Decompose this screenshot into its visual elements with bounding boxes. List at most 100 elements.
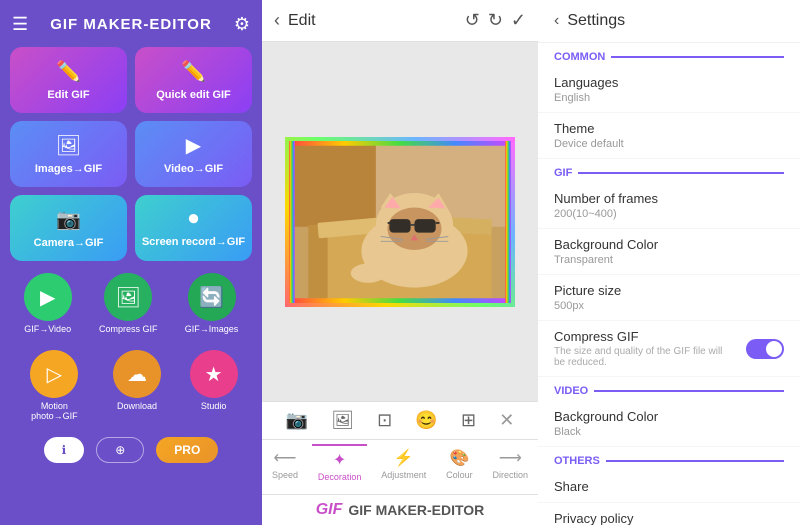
decoration-tab-label: Decoration	[318, 472, 362, 482]
emoji-toolbar-icon[interactable]: 😊	[415, 410, 437, 431]
gif-video-circle: ▶	[24, 273, 72, 321]
menu-icon[interactable]: ☰	[12, 14, 28, 35]
text-toolbar-icon[interactable]: ⊞	[461, 410, 476, 431]
compress-gif-circle: 🖼	[104, 273, 152, 321]
edit-gif-button[interactable]: ✏️ Edit GIF	[10, 47, 127, 113]
quick-edit-gif-button[interactable]: ✏️ Quick edit GIF	[135, 47, 252, 113]
adjustment-tab-label: Adjustment	[381, 470, 426, 480]
studio-item[interactable]: ★ Studio	[190, 350, 238, 421]
mid-footer: GIF GIF MAKER-EDITOR	[262, 494, 538, 525]
left-panel: ☰ GIF MAKER-EDITOR ⚙ ✏️ Edit GIF ✏️ Quic…	[0, 0, 262, 525]
bg-color-item[interactable]: Background Color Transparent	[538, 229, 800, 275]
footer-brand: GIF MAKER-EDITOR	[348, 502, 484, 518]
privacy-policy-label: Privacy policy	[554, 511, 784, 525]
compress-gif-desc: The size and quality of the GIF file wil…	[554, 346, 734, 368]
left-header: ☰ GIF MAKER-EDITOR ⚙	[10, 10, 252, 39]
confirm-icon[interactable]: ✓	[511, 10, 526, 31]
num-frames-value: 200(10~400)	[554, 208, 784, 220]
left-bottom-bar: ℹ ⊕ PRO	[10, 433, 252, 467]
theme-label: Theme	[554, 121, 784, 136]
settings-back-icon[interactable]: ‹	[554, 12, 559, 30]
mid-back-icon[interactable]: ‹	[274, 10, 280, 31]
bg-color-label: Background Color	[554, 237, 784, 252]
camera-gif-label: Camera→GIF	[34, 237, 104, 249]
gif-canvas	[262, 42, 538, 401]
gif-images-item[interactable]: 🔄 GIF→Images	[185, 273, 239, 334]
num-frames-item[interactable]: Number of frames 200(10~400)	[538, 183, 800, 229]
download-item[interactable]: ☁ Download	[113, 350, 161, 421]
gif-video-item[interactable]: ▶ GIF→Video	[24, 273, 72, 334]
tab-speed[interactable]: ⟵ Speed	[266, 444, 304, 486]
camera-toolbar-icon[interactable]: 📷	[286, 410, 308, 431]
right-header: ‹ Settings	[538, 0, 800, 43]
tab-adjustment[interactable]: ⚡ Adjustment	[375, 444, 432, 486]
motion-photo-item[interactable]: ▷ Motion photo→GIF	[24, 350, 84, 421]
motion-photo-label: Motion photo→GIF	[24, 401, 84, 421]
edit-gif-label: Edit GIF	[47, 89, 89, 101]
video-gif-button[interactable]: ▶ Video→GIF	[135, 121, 252, 187]
direction-tab-icon: ⟶	[499, 448, 522, 468]
compress-gif-label: Compress GIF	[99, 324, 158, 334]
image-toolbar-icon[interactable]: 🖼	[331, 410, 354, 431]
video-bg-color-value: Black	[554, 426, 784, 438]
share-label: Share	[554, 479, 784, 494]
video-gif-label: Video→GIF	[164, 163, 223, 175]
camera-gif-icon: 📷	[56, 207, 81, 232]
languages-label: Languages	[554, 75, 784, 90]
section-others-title: OTHERS	[538, 447, 800, 471]
frame-toolbar-icon[interactable]: ⊡	[377, 410, 392, 431]
studio-label: Studio	[201, 401, 227, 411]
speed-tab-label: Speed	[272, 470, 298, 480]
settings-title: Settings	[567, 12, 625, 30]
privacy-policy-item[interactable]: Privacy policy	[538, 503, 800, 525]
speed-tab-icon: ⟵	[273, 448, 296, 468]
compress-gif-item[interactable]: 🖼 Compress GIF	[99, 273, 158, 334]
undo-icon[interactable]: ↺	[465, 10, 480, 31]
section-video-title: VIDEO	[538, 377, 800, 401]
compress-gif-text-block: Compress GIF The size and quality of the…	[554, 329, 734, 368]
motion-photo-circle: ▷	[30, 350, 78, 398]
main-feature-grid: ✏️ Edit GIF ✏️ Quick edit GIF 🖼 Images→G…	[10, 47, 252, 261]
right-panel: ‹ Settings COMMON Languages English Them…	[538, 0, 800, 525]
video-gif-icon: ▶	[186, 133, 201, 158]
share-bottom-button[interactable]: ⊕	[96, 437, 144, 463]
compress-gif-item[interactable]: Compress GIF The size and quality of the…	[538, 321, 800, 377]
share-item[interactable]: Share	[538, 471, 800, 503]
screen-record-icon: ⏺	[189, 208, 199, 231]
round-icons-row-2: ▷ Motion photo→GIF ☁ Download ★ Studio	[10, 346, 252, 425]
picture-size-label: Picture size	[554, 283, 784, 298]
compress-gif-toggle[interactable]	[746, 339, 784, 359]
bg-color-value: Transparent	[554, 254, 784, 266]
pro-button[interactable]: PRO	[156, 437, 218, 463]
info-button[interactable]: ℹ	[44, 437, 85, 463]
middle-panel: ‹ Edit ↺ ↻ ✓	[262, 0, 538, 525]
theme-item[interactable]: Theme Device default	[538, 113, 800, 159]
camera-gif-button[interactable]: 📷 Camera→GIF	[10, 195, 127, 261]
video-bg-color-label: Background Color	[554, 409, 784, 424]
gif-images-label: GIF→Images	[185, 324, 239, 334]
images-gif-label: Images→GIF	[35, 163, 102, 175]
edit-gif-icon: ✏️	[56, 59, 81, 84]
languages-item[interactable]: Languages English	[538, 67, 800, 113]
download-label: Download	[117, 401, 157, 411]
picture-size-item[interactable]: Picture size 500px	[538, 275, 800, 321]
close-toolbar-icon[interactable]: ✕	[499, 410, 514, 431]
screen-record-label: Screen record→GIF	[142, 236, 245, 248]
tab-decoration[interactable]: ✦ Decoration	[312, 444, 368, 486]
section-gif-title: GIF	[538, 159, 800, 183]
gear-icon[interactable]: ⚙	[234, 14, 250, 35]
num-frames-label: Number of frames	[554, 191, 784, 206]
quick-edit-label: Quick edit GIF	[156, 89, 231, 101]
toolbar-icons: 📷 🖼 ⊡ 😊 ⊞ ✕	[262, 401, 538, 439]
mid-header: ‹ Edit ↺ ↻ ✓	[262, 0, 538, 42]
video-bg-color-item[interactable]: Background Color Black	[538, 401, 800, 447]
redo-icon[interactable]: ↻	[488, 10, 503, 31]
picture-size-value: 500px	[554, 300, 784, 312]
studio-circle: ★	[190, 350, 238, 398]
images-gif-button[interactable]: 🖼 Images→GIF	[10, 121, 127, 187]
tab-direction[interactable]: ⟶ Direction	[487, 444, 535, 486]
theme-value: Device default	[554, 138, 784, 150]
tab-colour[interactable]: 🎨 Colour	[440, 444, 479, 486]
screen-record-button[interactable]: ⏺ Screen record→GIF	[135, 195, 252, 261]
cat-gif-svg	[289, 137, 511, 307]
